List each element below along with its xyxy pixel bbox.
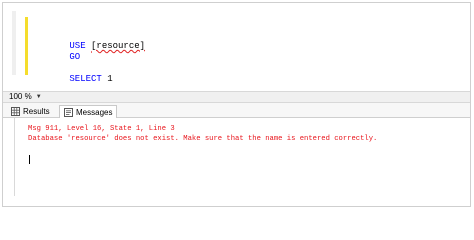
tab-messages[interactable]: Messages bbox=[59, 105, 118, 119]
database-identifier: [resource] bbox=[91, 41, 146, 51]
result-tabs: Results Messages bbox=[3, 103, 470, 119]
grid-icon bbox=[11, 107, 20, 116]
zoom-dropdown[interactable]: 100 % ▼ bbox=[9, 92, 42, 102]
error-message: Database 'resource' does not exist. Make… bbox=[28, 135, 378, 143]
keyword-select: SELECT bbox=[69, 74, 102, 84]
editor-gutter bbox=[12, 11, 16, 75]
editor-scrollbar[interactable] bbox=[462, 3, 470, 91]
text-cursor bbox=[29, 155, 30, 164]
zoom-bar: 100 % ▼ bbox=[3, 91, 470, 103]
zoom-value: 100 % bbox=[9, 92, 32, 101]
messages-pane[interactable]: Msg 911, Level 16, State 1, Line 3 Datab… bbox=[3, 118, 470, 206]
chevron-down-icon[interactable]: ▼ bbox=[36, 92, 42, 102]
change-marker bbox=[25, 17, 28, 75]
query-editor[interactable]: USE [resource] GO SELECT 1 bbox=[3, 3, 470, 91]
select-value: 1 bbox=[107, 74, 113, 84]
code-line-select[interactable]: SELECT 1 bbox=[37, 61, 112, 84]
pane-divider bbox=[14, 118, 15, 196]
code-line-go[interactable]: GO bbox=[37, 39, 80, 62]
tab-results-label: Results bbox=[23, 107, 50, 116]
tab-results[interactable]: Results bbox=[7, 105, 54, 118]
tab-messages-label: Messages bbox=[76, 107, 113, 117]
message-icon bbox=[64, 107, 73, 117]
ssms-query-window: USE [resource] GO SELECT 1 100 % ▼ Resul… bbox=[2, 2, 471, 207]
